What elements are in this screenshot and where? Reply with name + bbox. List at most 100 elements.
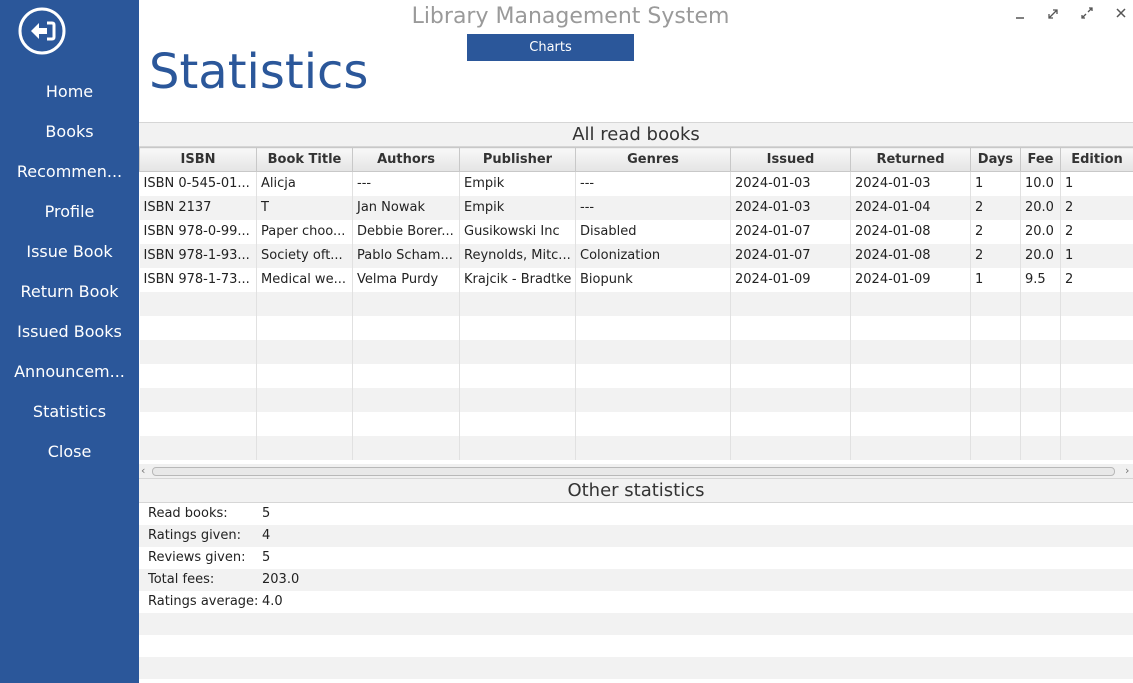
- table-cell: Gusikowski Inc: [459, 219, 576, 244]
- table-cell: [730, 315, 851, 340]
- empty-table-row: [139, 435, 1133, 460]
- table-cell: 2: [970, 195, 1021, 220]
- column-header[interactable]: Fee: [1020, 147, 1061, 172]
- table-row[interactable]: ISBN 978-0-99... Paper choo... Debbie Bore…: [139, 219, 1133, 244]
- maximize-button[interactable]: [1076, 4, 1098, 24]
- table-cell: 2024-01-03: [730, 171, 851, 196]
- table-cell: [459, 363, 576, 388]
- table-cell: Pablo Scham...: [352, 243, 460, 268]
- table-cell: [352, 411, 460, 436]
- column-header[interactable]: Returned: [850, 147, 971, 172]
- scroll-right-icon[interactable]: ›: [1125, 464, 1133, 478]
- charts-button[interactable]: Charts: [467, 34, 634, 61]
- table-cell: 2024-01-03: [850, 171, 971, 196]
- table-cell: [850, 411, 971, 436]
- empty-table-row: [139, 315, 1133, 340]
- table-row[interactable]: ISBN 978-1-93... Society oft... Pablo Scha…: [139, 243, 1133, 268]
- column-header[interactable]: Issued: [730, 147, 851, 172]
- sidebar-item-recommendations[interactable]: Recommen...: [0, 152, 139, 192]
- table-cell: [352, 435, 460, 460]
- stat-row: Read books: 5: [139, 503, 1133, 525]
- table-cell: [139, 363, 257, 388]
- table-cell: Medical we...: [256, 267, 353, 292]
- table-cell: Colonization: [575, 243, 731, 268]
- table-row[interactable]: ISBN 978-1-73... Medical we... Velma Purdy…: [139, 267, 1133, 292]
- column-header[interactable]: Book Title: [256, 147, 353, 172]
- column-header[interactable]: Authors: [352, 147, 460, 172]
- column-header[interactable]: Edition: [1060, 147, 1133, 172]
- sidebar-item-books[interactable]: Books: [0, 112, 139, 152]
- table-cell: [352, 315, 460, 340]
- table-cell: [1020, 315, 1061, 340]
- table-cell: ISBN 978-1-93...: [139, 243, 257, 268]
- empty-table-row: [139, 291, 1133, 316]
- page-title: Statistics: [149, 44, 369, 100]
- close-window-button[interactable]: [1110, 4, 1132, 24]
- table-cell: [1060, 339, 1133, 364]
- table-cell: [575, 339, 731, 364]
- table-cell: [575, 315, 731, 340]
- table-cell: [256, 363, 353, 388]
- table-cell: 2: [1060, 267, 1133, 292]
- table-cell: [850, 435, 971, 460]
- table-row[interactable]: ISBN 2137 T Jan Nowak Empik --- 2024-01-03 202…: [139, 195, 1133, 220]
- table-cell: [575, 291, 731, 316]
- sidebar-item-statistics[interactable]: Statistics: [0, 392, 139, 432]
- column-header[interactable]: Publisher: [459, 147, 576, 172]
- table-cell: 2024-01-07: [730, 219, 851, 244]
- table-cell: Disabled: [575, 219, 731, 244]
- sidebar-item-announcements[interactable]: Announcem...: [0, 352, 139, 392]
- table-cell: Debbie Borer...: [352, 219, 460, 244]
- sidebar-item-close[interactable]: Close: [0, 432, 139, 472]
- table-cell: [730, 387, 851, 412]
- sidebar-item-issue-book[interactable]: Issue Book: [0, 232, 139, 272]
- table-cell: [850, 363, 971, 388]
- table-row[interactable]: ISBN 0-545-01... Alicja --- Empik --- 2024-01…: [139, 171, 1133, 196]
- table-cell: [575, 435, 731, 460]
- column-header[interactable]: Genres: [575, 147, 731, 172]
- table-cell: [1020, 339, 1061, 364]
- stat-value: 4.0: [262, 594, 283, 609]
- minimize-button[interactable]: [1009, 4, 1031, 24]
- sidebar-item-issued-books[interactable]: Issued Books: [0, 312, 139, 352]
- stat-label: Read books:: [148, 506, 228, 521]
- table-cell: 2024-01-04: [850, 195, 971, 220]
- scroll-left-icon[interactable]: ‹: [141, 464, 151, 478]
- empty-table-row: [139, 387, 1133, 412]
- table-cell: [575, 363, 731, 388]
- table-cell: [459, 291, 576, 316]
- table-cell: [256, 339, 353, 364]
- table-cell: T: [256, 195, 353, 220]
- table-cell: [970, 435, 1021, 460]
- scrollbar-thumb[interactable]: [152, 467, 1115, 476]
- table-cell: 10.0: [1020, 171, 1061, 196]
- sidebar-item-return-book[interactable]: Return Book: [0, 272, 139, 312]
- read-books-table[interactable]: ISBN Book Title Authors Publisher Genres Issu…: [139, 147, 1133, 464]
- back-button[interactable]: [18, 7, 66, 55]
- table-cell: [459, 339, 576, 364]
- table-cell: 1: [970, 171, 1021, 196]
- horizontal-scrollbar[interactable]: ‹ ›: [139, 464, 1133, 478]
- empty-table-row: [139, 363, 1133, 388]
- column-header[interactable]: ISBN: [139, 147, 257, 172]
- table-cell: [139, 435, 257, 460]
- table-cell: [256, 411, 353, 436]
- restore-button[interactable]: [1042, 4, 1064, 24]
- table-cell: [352, 291, 460, 316]
- table-cell: [1060, 363, 1133, 388]
- table-cell: [850, 291, 971, 316]
- column-header[interactable]: Days: [970, 147, 1021, 172]
- sidebar: Home Books Recommen... Profile Issue Boo…: [0, 0, 139, 683]
- table-cell: Paper choo...: [256, 219, 353, 244]
- table-cell: ISBN 978-0-99...: [139, 219, 257, 244]
- empty-table-row: [139, 411, 1133, 436]
- minimize-icon: [1016, 17, 1024, 19]
- table-cell: 2024-01-09: [730, 267, 851, 292]
- sidebar-item-home[interactable]: Home: [0, 72, 139, 112]
- table-cell: [730, 291, 851, 316]
- table-cell: [730, 363, 851, 388]
- table-cell: 2024-01-09: [850, 267, 971, 292]
- table-cell: 2024-01-03: [730, 195, 851, 220]
- sidebar-item-profile[interactable]: Profile: [0, 192, 139, 232]
- table-cell: [459, 387, 576, 412]
